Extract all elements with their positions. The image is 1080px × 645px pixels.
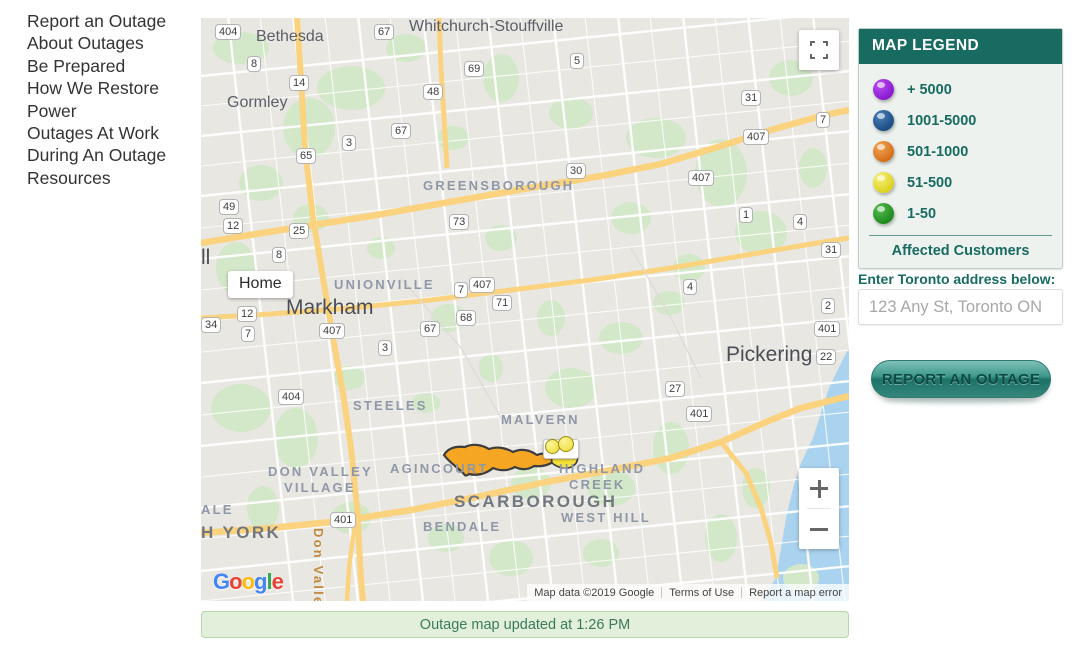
- route-shield: 407: [469, 277, 496, 293]
- route-shield: 1: [739, 207, 754, 223]
- sidebar-item-resources[interactable]: Resources: [27, 167, 196, 189]
- legend-color-sphere: [873, 172, 894, 193]
- sidebar-nav: Report an Outage About Outages Be Prepar…: [0, 10, 196, 189]
- route-shield: 31: [741, 90, 762, 106]
- report-button-shadow: [884, 397, 1038, 404]
- route-shield: 3: [378, 340, 393, 356]
- route-shield: 401: [814, 321, 841, 337]
- legend-row: 1001-5000: [859, 105, 1062, 136]
- legend-footer-label: Affected Customers: [869, 235, 1052, 268]
- route-shield: 22: [816, 349, 837, 365]
- route-shield: 71: [492, 295, 513, 311]
- route-shield: 407: [319, 323, 346, 339]
- report-an-outage-button[interactable]: REPORT AN OUTAGE: [871, 360, 1051, 398]
- zoom-out-button[interactable]: [799, 509, 839, 549]
- status-text: Outage map updated at 1:26 PM: [419, 616, 631, 633]
- route-shield: 73: [449, 214, 470, 230]
- route-shield: 30: [566, 163, 587, 179]
- zoom-in-button[interactable]: [799, 468, 839, 508]
- route-shield: 7: [454, 282, 469, 298]
- route-shield: 4: [683, 279, 698, 295]
- sidebar-item-during-an-outage[interactable]: During An Outage: [27, 144, 196, 166]
- route-shield: 5: [570, 53, 585, 69]
- route-shield: 12: [237, 306, 258, 322]
- sidebar-item-outages-at-work[interactable]: Outages At Work: [27, 122, 196, 144]
- legend-rows: + 5000 1001-5000 501-1000 51-500 1-50: [859, 64, 1062, 231]
- legend-row-label: 51-500: [907, 174, 953, 191]
- zoom-controls[interactable]: [799, 468, 839, 549]
- map-attribution: Map data ©2019 Google Terms of Use Repor…: [527, 584, 849, 601]
- route-shield: 3: [342, 135, 357, 151]
- legend-row-label: 1001-5000: [907, 112, 977, 129]
- route-shield: 34: [201, 317, 222, 333]
- legend-row: + 5000: [859, 74, 1062, 105]
- route-shield: 7: [241, 326, 256, 342]
- address-input[interactable]: [858, 289, 1063, 325]
- legend-row-label: 1-50: [907, 205, 937, 222]
- outage-marker-yellow-2[interactable]: [558, 436, 574, 452]
- map-data-text: Map data ©2019 Google: [534, 586, 655, 599]
- route-shield: 67: [420, 321, 441, 337]
- legend-color-sphere: [873, 203, 894, 224]
- route-shield: 48: [423, 84, 444, 100]
- route-shield: 31: [821, 242, 842, 258]
- route-shield: 401: [330, 512, 357, 528]
- legend-color-sphere: [873, 141, 894, 162]
- legend-color-sphere: [873, 110, 894, 131]
- legend-row: 501-1000: [859, 136, 1062, 167]
- route-shield: 67: [374, 24, 395, 40]
- legend-row-label: + 5000: [907, 81, 952, 98]
- route-shield: 25: [289, 223, 310, 239]
- route-shield: 407: [688, 170, 715, 186]
- route-shield: 67: [391, 123, 412, 139]
- route-shield: 7: [816, 112, 831, 128]
- legend-row: 51-500: [859, 167, 1062, 198]
- route-shield: 49: [219, 199, 240, 215]
- terms-of-use-link[interactable]: Terms of Use: [662, 587, 741, 599]
- route-shield: 69: [464, 61, 485, 77]
- route-shield: 8: [247, 56, 262, 72]
- route-shield: 12: [223, 218, 244, 234]
- outage-map-page: Report an Outage About Outages Be Prepar…: [0, 0, 1080, 645]
- legend-color-sphere: [873, 79, 894, 100]
- route-shield: 4: [793, 214, 808, 230]
- legend-title: MAP LEGEND: [859, 29, 1062, 64]
- sidebar-item-be-prepared[interactable]: Be Prepared: [27, 55, 196, 77]
- legend-row: 1-50: [859, 198, 1062, 229]
- outage-polygon: [442, 443, 559, 477]
- status-bar: Outage map updated at 1:26 PM: [201, 611, 849, 638]
- sidebar-item-about-outages[interactable]: About Outages: [27, 32, 196, 54]
- map-legend-panel: MAP LEGEND + 5000 1001-5000 501-1000 51-500…: [858, 28, 1063, 269]
- route-shield: 401: [686, 406, 713, 422]
- home-marker[interactable]: Home: [228, 271, 293, 298]
- address-label: Enter Toronto address below:: [858, 271, 1056, 287]
- route-shield: 407: [743, 129, 770, 145]
- route-shield: 68: [456, 310, 477, 326]
- sidebar-item-report-an-outage[interactable]: Report an Outage: [27, 10, 196, 32]
- route-shield: 2: [821, 298, 836, 314]
- fullscreen-icon[interactable]: [799, 30, 839, 70]
- route-shield: 27: [665, 381, 686, 397]
- google-logo: Google: [213, 569, 284, 594]
- google-map[interactable]: Bethesda Whitchurch-Stouffville Gormley Mar…: [201, 18, 849, 601]
- route-shield: 404: [215, 24, 242, 40]
- route-shield: 14: [289, 75, 310, 91]
- route-shield: 8: [272, 247, 287, 263]
- report-map-error-link[interactable]: Report a map error: [742, 587, 849, 599]
- route-shield: 65: [296, 148, 317, 164]
- route-shield: 404: [278, 389, 305, 405]
- legend-row-label: 501-1000: [907, 143, 969, 160]
- sidebar-item-how-we-restore-power[interactable]: How We Restore Power: [27, 77, 196, 122]
